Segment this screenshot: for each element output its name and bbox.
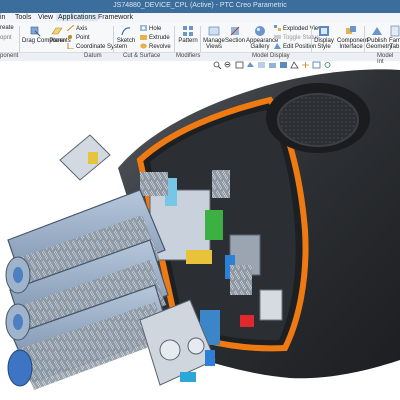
model-viewport[interactable]: [0, 60, 400, 400]
cut-surface-group-label[interactable]: Cut & Surface: [123, 53, 160, 59]
plane-button[interactable]: Plane: [49, 25, 65, 44]
display-style-button[interactable]: Display Style: [314, 25, 334, 50]
menu-item-applications[interactable]: Applications: [56, 14, 98, 21]
create-label: reate: [0, 25, 14, 31]
coordinate-system-label: Coordinate System: [76, 44, 128, 50]
axis-icon: [67, 25, 74, 31]
family-table-button[interactable]: Fam Tab: [389, 25, 400, 50]
model-display-group-label[interactable]: Model Display: [252, 53, 290, 59]
sketch-icon: [121, 27, 131, 36]
extrude-label: Extrude: [149, 35, 170, 41]
section-label: Section: [225, 38, 246, 44]
datum-group-label[interactable]: Datum: [84, 53, 102, 59]
point-button[interactable]: Point: [67, 34, 90, 41]
extrude-button[interactable]: Extrude: [140, 34, 170, 41]
sketch-label: Sketch: [116, 38, 136, 44]
appearance-gallery-button[interactable]: Appearance Gallery: [246, 25, 278, 50]
pattern-label: Pattern: [178, 38, 198, 44]
revolve-icon: [140, 43, 147, 49]
toggle-status-button[interactable]: Toggle Status: [274, 34, 319, 41]
coordinate-system-icon: [67, 43, 74, 49]
divider: [113, 26, 114, 52]
cutter-block: [5, 189, 171, 390]
appearance-gallery-icon: [255, 26, 265, 36]
display-style-icon: [319, 26, 329, 36]
plane-label: Plane: [49, 38, 65, 44]
plane-icon: [51, 27, 63, 35]
menu-item-main[interactable]: in: [0, 14, 5, 21]
menu-item-framework[interactable]: Framework: [98, 14, 133, 21]
component-interface-button[interactable]: Component Interface: [337, 25, 368, 50]
publish-geometry-button[interactable]: Publish Geometry: [366, 25, 392, 50]
manage-views-icon: [208, 26, 220, 36]
sketch-button[interactable]: Sketch: [116, 25, 136, 44]
revolve-button[interactable]: Revolve: [140, 43, 171, 50]
menu-item-tools[interactable]: Tools: [15, 14, 31, 21]
drag-components-icon: [30, 26, 41, 37]
publish-geometry-icon: [372, 27, 382, 35]
extrude-icon: [140, 35, 147, 40]
hole-icon: [140, 25, 147, 31]
coordinate-system-button[interactable]: Coordinate System: [67, 43, 127, 50]
axis-button[interactable]: Axis: [67, 25, 87, 32]
pattern-icon: [183, 26, 193, 36]
point-icon: [68, 35, 72, 39]
window-title: JS74880_DEVICE_CPL (Active) - PTC Creo P…: [113, 2, 287, 9]
edit-position-button[interactable]: Edit Position: [274, 43, 316, 50]
edit-position-icon: [274, 43, 281, 49]
divider: [364, 26, 365, 52]
menu-item-view[interactable]: View: [38, 14, 53, 21]
divider: [311, 26, 312, 52]
pattern-button[interactable]: Pattern: [177, 25, 199, 44]
divider: [200, 26, 201, 52]
grip-pad: [266, 83, 370, 153]
paste-button[interactable]: opnt: [0, 35, 12, 41]
hole-label: Hole: [149, 26, 162, 32]
divider: [174, 26, 175, 52]
create-button[interactable]: reate: [0, 25, 14, 31]
exploded-view-icon: [274, 25, 281, 31]
point-label: Point: [76, 35, 90, 41]
section-icon: [230, 26, 240, 36]
display-style-label: Display Style: [314, 38, 334, 50]
manage-views-label: Manage Views: [203, 38, 225, 50]
family-table-label: Fam Tab: [389, 38, 400, 50]
family-table-icon: [390, 25, 399, 37]
component-interface-icon: [346, 26, 356, 34]
drag-components-button[interactable]: Drag Components: [22, 25, 71, 44]
section-button[interactable]: Section: [225, 25, 245, 44]
revolve-label: Revolve: [149, 44, 171, 50]
divider: [19, 26, 20, 52]
modifiers-group-label[interactable]: Modifiers: [176, 53, 200, 59]
manage-views-button[interactable]: Manage Views: [203, 25, 225, 50]
toggle-status-icon: [274, 35, 281, 39]
paste-label: opnt: [0, 35, 12, 41]
axis-label: Axis: [76, 26, 88, 32]
hole-button[interactable]: Hole: [140, 25, 161, 32]
component-group-label[interactable]: ponent: [0, 53, 18, 59]
title-bar: JS74880_DEVICE_CPL (Active) - PTC Creo P…: [0, 0, 400, 13]
